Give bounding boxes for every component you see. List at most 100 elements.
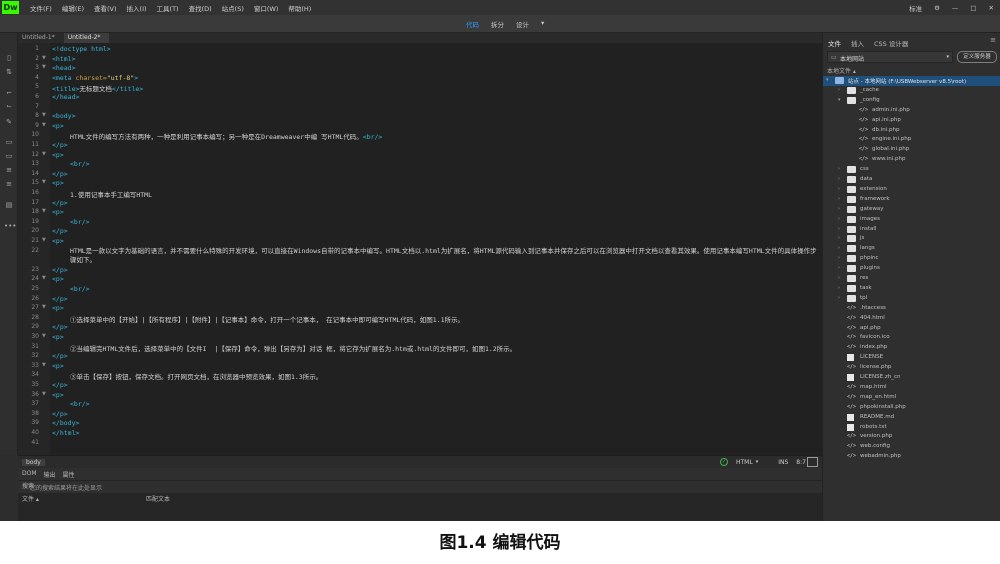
code-line[interactable]: </p> (52, 227, 68, 235)
define-server-button[interactable]: 定义服务器 (957, 51, 997, 63)
code-line[interactable]: </head> (52, 93, 79, 101)
tree-folder[interactable]: › gateway (823, 205, 1000, 215)
chevron-down-icon[interactable]: ▾ (838, 97, 841, 103)
menu-item[interactable]: 帮助(H) (283, 3, 316, 13)
code-line[interactable]: ③单击【保存】按钮，保存文档。打开网页文档，在浏览器中预览效果，如图1.3所示。 (70, 371, 322, 381)
code-line[interactable]: <!doctype html> (52, 45, 111, 53)
column-header-matched-text[interactable]: 匹配文本 (146, 494, 170, 503)
code-line[interactable]: <p> (52, 304, 64, 312)
fold-arrow-icon[interactable]: ▼ (42, 275, 46, 281)
chevron-right-icon[interactable]: › (838, 206, 840, 212)
more-icon[interactable]: ••• (4, 222, 16, 230)
tree-file[interactable]: </> web.config (823, 442, 1000, 452)
linting-ok-icon[interactable]: ✓ (720, 458, 728, 466)
tab-output[interactable]: 输出 (44, 470, 56, 479)
tree-file[interactable]: </> admin.ini.php (823, 106, 1000, 116)
doc-tab-untitled-2[interactable]: Untitled-2* (63, 33, 110, 43)
fold-arrow-icon[interactable]: ▼ (42, 122, 46, 128)
tree-site-root[interactable]: ▾ 站点 - 本地网站 (F:\USBWebserver v8.5\root) (823, 76, 1000, 86)
tree-file[interactable]: </> index.php (823, 343, 1000, 353)
tree-file[interactable]: LICENSE.zh_cn (823, 373, 1000, 383)
code-line[interactable]: <br/> (70, 285, 90, 293)
tree-file[interactable]: </> version.php (823, 432, 1000, 442)
expand-tags-icon[interactable]: ⌐ (4, 89, 14, 97)
tree-file[interactable]: </> api.php (823, 324, 1000, 334)
tree-file[interactable]: </> phpokinstall.php (823, 403, 1000, 413)
fold-arrow-icon[interactable]: ▼ (42, 151, 46, 157)
code-line[interactable]: </p> (52, 170, 68, 178)
code-line[interactable]: <head> (52, 64, 75, 72)
code-line[interactable]: <p> (52, 333, 64, 341)
code-line[interactable]: <p> (52, 237, 64, 245)
chevron-right-icon[interactable]: › (838, 186, 840, 192)
open-document-icon[interactable]: ▯ (4, 54, 14, 62)
local-files-header[interactable]: 本地文件 ▴ (827, 66, 856, 75)
remove-comment-icon[interactable]: ▭ (4, 152, 14, 160)
tree-folder[interactable]: › js (823, 234, 1000, 244)
tree-folder[interactable]: › images (823, 215, 1000, 225)
fold-arrow-icon[interactable]: ▼ (42, 362, 46, 368)
chevron-right-icon[interactable]: › (838, 255, 840, 261)
code-line[interactable]: <p> (52, 208, 64, 216)
doc-tab-untitled-1[interactable]: Untitled-1* (18, 33, 64, 43)
tree-folder[interactable]: › tpl (823, 294, 1000, 304)
code-line[interactable]: <meta charset="utf-8"> (52, 74, 138, 82)
code-line[interactable]: <body> (52, 112, 75, 120)
tree-folder[interactable]: › phpinc (823, 254, 1000, 264)
fold-arrow-icon[interactable]: ▼ (42, 333, 46, 339)
code-line[interactable]: <p> (52, 151, 64, 159)
fold-arrow-icon[interactable]: ▼ (42, 112, 46, 118)
code-editor[interactable]: <!doctype html> <html> <head> <meta charset… (50, 43, 822, 455)
chevron-right-icon[interactable]: › (838, 275, 840, 281)
tab-insert[interactable]: 插入 (846, 38, 869, 48)
tree-folder[interactable]: › task (823, 284, 1000, 294)
code-line[interactable]: <p> (52, 122, 64, 130)
tree-folder[interactable]: › res (823, 274, 1000, 284)
code-line[interactable]: <p> (52, 275, 64, 283)
code-line[interactable]: 1.使用记事本手工编写HTML (70, 189, 152, 199)
tree-file[interactable]: </> .htaccess (823, 304, 1000, 314)
chevron-right-icon[interactable]: › (838, 226, 840, 232)
chevron-down-icon[interactable]: ▾ (826, 77, 829, 83)
tree-file[interactable]: </> db.ini.php (823, 126, 1000, 136)
code-line[interactable]: <p> (52, 179, 64, 187)
menu-item[interactable]: 工具(T) (152, 3, 184, 13)
site-select[interactable]: ▭ 本地网站 ▾ (827, 51, 953, 63)
code-line[interactable]: ②当编辑完HTML文件后，选择菜单中的【文件I |【保存】命令，弹出【另存为】对… (70, 343, 516, 353)
code-line[interactable]: </p> (52, 199, 68, 207)
indent-icon[interactable]: ≡ (4, 166, 14, 174)
tab-css-designer[interactable]: CSS 设计器 (869, 38, 913, 48)
menu-item[interactable]: 查看(V) (89, 3, 122, 13)
fold-arrow-icon[interactable]: ▼ (42, 391, 46, 397)
chevron-right-icon[interactable]: › (838, 285, 840, 291)
tree-file[interactable]: </> api.ini.php (823, 116, 1000, 126)
fold-arrow-icon[interactable]: ▼ (42, 179, 46, 185)
brush-icon[interactable]: ✎ (4, 118, 14, 126)
tree-file[interactable]: </> map_en.html (823, 393, 1000, 403)
code-line[interactable]: <br/> (70, 400, 90, 408)
tree-file[interactable]: LICENSE (823, 353, 1000, 363)
code-line[interactable]: </p> (52, 266, 68, 274)
fold-arrow-icon[interactable]: ▼ (42, 304, 46, 310)
minimize-button[interactable]: — (946, 4, 965, 12)
outdent-icon[interactable]: ≡ (4, 180, 14, 188)
code-line[interactable]: <title>无标题文档</title> (52, 83, 143, 93)
code-line[interactable]: </html> (52, 429, 79, 437)
tree-file[interactable]: </> www.ini.php (823, 155, 1000, 165)
code-line[interactable]: <p> (52, 391, 64, 399)
tree-folder[interactable]: › extension (823, 185, 1000, 195)
fold-arrow-icon[interactable]: ▼ (42, 55, 46, 61)
chevron-right-icon[interactable]: › (838, 295, 840, 301)
chevron-down-icon[interactable]: ▾ (756, 459, 759, 465)
format-source-icon[interactable]: ▤ (4, 201, 14, 209)
code-line[interactable]: </body> (52, 419, 79, 427)
tree-folder[interactable]: › install (823, 225, 1000, 235)
tree-file[interactable]: </> webadmin.php (823, 452, 1000, 462)
view-tab-design[interactable]: 设计 (516, 19, 529, 29)
chevron-right-icon[interactable]: › (838, 87, 840, 93)
code-line[interactable]: </p> (52, 381, 68, 389)
chevron-right-icon[interactable]: › (838, 216, 840, 222)
tree-folder[interactable]: ▾ _config (823, 96, 1000, 106)
tree-file[interactable]: </> license.php (823, 363, 1000, 373)
fold-arrow-icon[interactable]: ▼ (42, 208, 46, 214)
